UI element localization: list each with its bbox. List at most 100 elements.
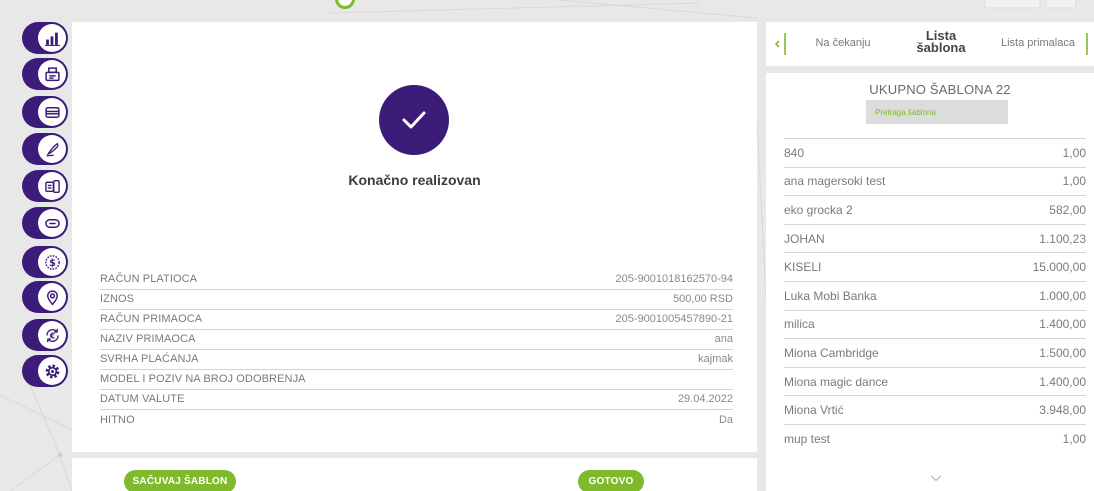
payment-details: RAČUN PLATIOCA 205-9001018162570-94 IZNO… (100, 270, 733, 430)
sidebar-icon-disc: $ (38, 248, 66, 276)
template-row[interactable]: Miona Vrtić 3.948,00 (784, 395, 1086, 424)
template-name: milica (784, 317, 815, 332)
euro-exchange-icon: € (45, 328, 59, 342)
tab-recipients[interactable]: Lista primalaca (992, 37, 1084, 50)
sidebar: $ € (0, 0, 72, 491)
sidebar-item-card[interactable] (22, 96, 68, 128)
template-row[interactable]: eko grocka 2 582,00 (784, 195, 1086, 224)
detail-row-amount: IZNOS 500,00 RSD (100, 290, 733, 310)
sidebar-icon-disc (38, 24, 66, 52)
chevron-down-icon[interactable] (930, 475, 942, 482)
payment-status: Konačno realizovan (348, 172, 481, 188)
template-name: Miona Cambridge (784, 345, 879, 360)
sidebar-item-dollar[interactable]: $ (22, 246, 68, 278)
sidebar-icon-disc (38, 135, 66, 163)
svg-text:$: $ (49, 257, 56, 268)
template-row[interactable]: Miona Cambridge 1.500,00 (784, 338, 1086, 367)
pen-icon (45, 142, 59, 157)
templates-total: UKUPNO ŠABLONA 22 (836, 82, 1044, 97)
success-badge (379, 85, 449, 155)
detail-label: RAČUN PLATIOCA (100, 273, 198, 285)
chevron-left-icon (774, 33, 786, 55)
template-amount: 15.000,00 (1032, 260, 1086, 275)
sidebar-icon-disc (38, 98, 66, 126)
sidebar-item-pen[interactable] (22, 133, 68, 165)
template-name: eko grocka 2 (784, 202, 853, 217)
templates-panel: UKUPNO ŠABLONA 22 840 1,00 ana magersoki… (766, 73, 1094, 491)
tab-templates[interactable]: Lista šablona (910, 29, 972, 54)
sidebar-icon-disc (38, 209, 66, 237)
template-name: Miona magic dance (784, 374, 889, 389)
done-button[interactable]: GOTOVO (578, 470, 644, 491)
detail-row-model-reference: MODEL I POZIV NA BROJ ODOBRENJA (100, 370, 733, 390)
template-name: ana magersoki test (784, 174, 886, 189)
template-name: JOHAN (784, 231, 825, 246)
check-icon (402, 111, 426, 129)
template-amount: 1,00 (1062, 431, 1086, 446)
tabs-next-button[interactable] (1084, 32, 1092, 56)
payment-confirmation-panel: Konačno realizovan RAČUN PLATIOCA 205-90… (72, 22, 757, 452)
template-row[interactable]: JOHAN 1.100,23 (784, 223, 1086, 253)
template-name: KISELI (784, 260, 822, 275)
card-icon (44, 106, 60, 118)
detail-row-payer-account: RAČUN PLATIOCA 205-9001018162570-94 (100, 270, 733, 290)
template-amount: 1.500,00 (1039, 345, 1086, 360)
templates-total-count: 22 (995, 82, 1011, 97)
sidebar-icon-disc (38, 172, 66, 200)
sidebar-item-minus[interactable] (22, 207, 68, 239)
sidebar-icon-disc (38, 357, 66, 385)
detail-value: 29.04.2022 (677, 393, 733, 405)
detail-label: NAZIV PRIMAOCA (100, 333, 196, 345)
template-amount: 582,00 (1049, 202, 1086, 217)
sidebar-item-location[interactable] (22, 281, 68, 313)
sidebar-item-chart[interactable] (22, 22, 68, 54)
printer-icon (44, 66, 60, 81)
template-amount: 1,00 (1062, 145, 1086, 160)
sidebar-item-printer[interactable] (22, 58, 68, 90)
template-row[interactable]: milica 1.400,00 (784, 309, 1086, 339)
tab-pending[interactable]: Na čekanju (810, 37, 876, 50)
detail-value: kajmak (698, 353, 733, 365)
template-row[interactable]: mup test 1,00 (784, 423, 1086, 453)
chevron-right-icon (1086, 33, 1088, 55)
action-bar: SAČUVAJ ŠABLON GOTOVO (72, 458, 757, 491)
transfer-icon (44, 179, 60, 193)
detail-value: 500,00 RSD (673, 293, 733, 305)
detail-label: IZNOS (100, 293, 135, 305)
sidebar-item-euro[interactable]: € (22, 319, 68, 351)
detail-row-recipient-name: NAZIV PRIMAOCA ana (100, 330, 733, 350)
template-name: mup test (784, 431, 831, 446)
detail-row-urgent: HITNO Da (100, 410, 733, 430)
save-template-button[interactable]: SAČUVAJ ŠABLON (124, 470, 236, 491)
template-amount: 3.948,00 (1039, 403, 1086, 418)
detail-label: SVRHA PLAĆANJA (100, 353, 199, 365)
templates-total-label: UKUPNO ŠABLONA (869, 82, 993, 97)
detail-row-value-date: DATUM VALUTE 29.04.2022 (100, 390, 733, 410)
detail-label: HITNO (100, 413, 135, 426)
template-search-input[interactable] (866, 100, 1008, 124)
detail-value: Da (718, 413, 733, 426)
dollar-icon: $ (44, 254, 60, 270)
detail-label: MODEL I POZIV NA BROJ ODOBRENJA (100, 373, 306, 385)
sidebar-item-transfer[interactable] (22, 170, 68, 202)
template-row[interactable]: Luka Mobi Banka 1.000,00 (784, 280, 1086, 310)
template-name: Miona Vrtić (784, 403, 844, 418)
template-amount: 1.000,00 (1039, 288, 1086, 303)
template-amount: 1,00 (1062, 174, 1086, 189)
detail-row-payment-purpose: SVRHA PLAĆANJA kajmak (100, 350, 733, 370)
template-amount: 1.400,00 (1039, 317, 1086, 332)
tabs-prev-button[interactable] (774, 32, 788, 56)
template-row[interactable]: 840 1,00 (784, 138, 1086, 167)
sidebar-item-settings[interactable] (22, 355, 68, 387)
sidebar-icon-disc (38, 60, 66, 88)
detail-value: 205-9001018162570-94 (615, 273, 733, 285)
template-row[interactable]: ana magersoki test 1,00 (784, 166, 1086, 196)
template-list: 840 1,00 ana magersoki test 1,00 eko gro… (784, 138, 1086, 453)
template-row[interactable]: Miona magic dance 1.400,00 (784, 366, 1086, 396)
sidebar-icon-disc: € (38, 321, 66, 349)
detail-value: ana (714, 333, 733, 345)
template-row[interactable]: KISELI 15.000,00 (784, 252, 1086, 281)
bar-chart-icon (44, 32, 60, 46)
location-pin-icon (46, 289, 58, 306)
template-amount: 1.100,23 (1039, 231, 1086, 246)
